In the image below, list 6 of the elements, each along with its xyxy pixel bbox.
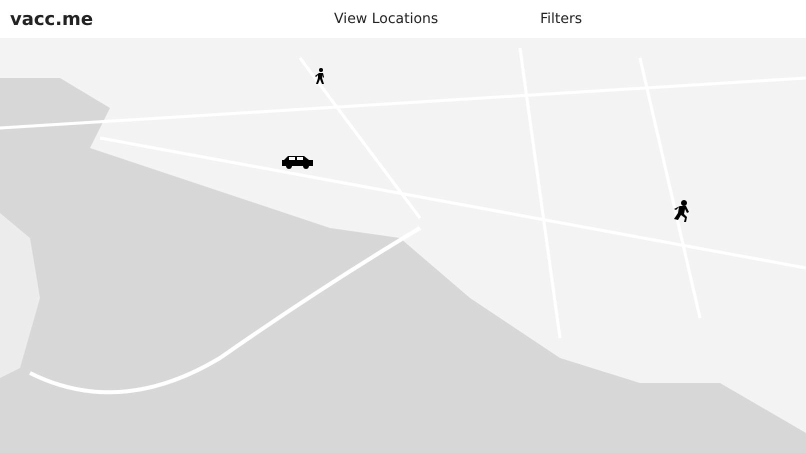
running-person-icon[interactable] [672, 200, 690, 222]
walking-person-icon[interactable] [314, 68, 326, 84]
nav-link[interactable]: Filters [540, 8, 582, 30]
car-icon[interactable] [282, 155, 314, 169]
nav-link[interactable]: View Locations [334, 8, 438, 30]
brand-logo[interactable]: vacc.me [10, 6, 94, 32]
